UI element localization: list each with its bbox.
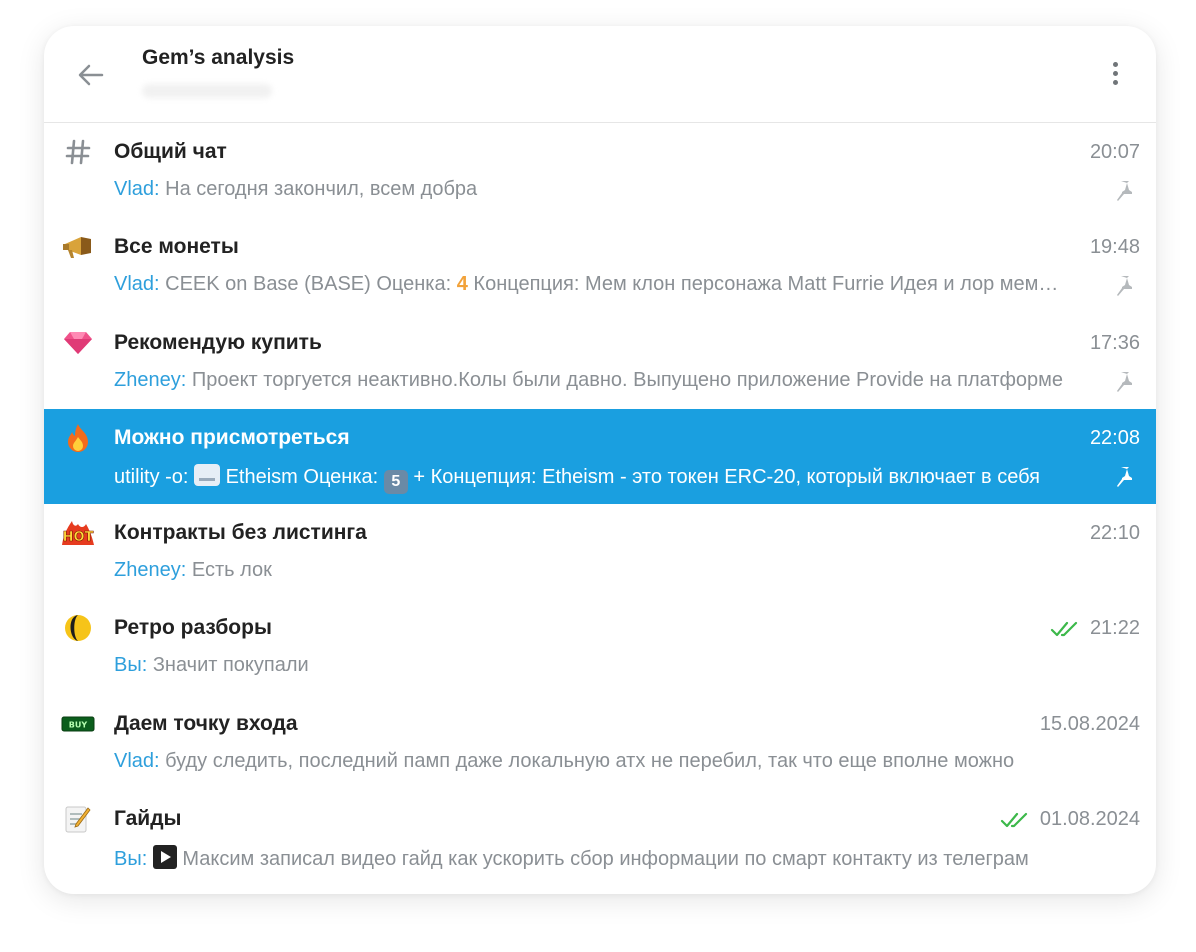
chat-time: 15.08.2024 (1040, 713, 1140, 736)
pin-icon (1117, 276, 1132, 297)
time-label: 01.08.2024 (1039, 808, 1140, 831)
chat-time: 01.08.2024 (1000, 808, 1140, 831)
subtitle-blurred (142, 84, 272, 98)
preview-text-2: Концепция: Мем клон персонажа Matt Furri… (473, 273, 1069, 296)
hash-icon (60, 137, 96, 167)
preview-text: Проект торгуется неактивно.Колы были дав… (186, 368, 1064, 391)
chat-time: 20:07 (1090, 141, 1140, 164)
chat-row-contracts[interactable]: HOT Контракты без листинга 22:10 Zheney:… (44, 504, 1156, 599)
moon-icon (60, 613, 96, 643)
time-label: 20:07 (1089, 141, 1140, 163)
chat-name: Ретро разборы (114, 616, 272, 640)
chat-preview: Vlad: буду следить, последний памп даже … (114, 750, 1069, 773)
svg-text:HOT: HOT (63, 530, 94, 545)
chat-preview: Vlad: На сегодня закончил, всем добра (114, 178, 1069, 201)
page-title: Gem’s analysis (142, 46, 295, 69)
hot-icon: HOT (60, 518, 96, 548)
chat-row-general[interactable]: Общий чат 20:07 Vlad: На сегодня закончи… (44, 123, 1156, 218)
chat-name: Все монеты (114, 235, 239, 259)
chat-time: 22:08 (1090, 427, 1140, 450)
pin-icon (1117, 181, 1132, 201)
sender: Zheney: (114, 559, 187, 582)
chat-row-guides[interactable]: Гайды 01.08.2024 Вы: Максим записал виде… (44, 790, 1156, 885)
chat-time: 22:10 (1090, 522, 1140, 545)
rating-four: 4 (456, 273, 468, 296)
preview-text: буду следить, последний памп даже локаль… (159, 749, 1015, 772)
keycap-five: 5 (383, 469, 408, 494)
preview-text-2: + Концепция: Etheism - это токен ERC-20,… (407, 465, 1040, 488)
chat-preview: Vlad: CEEK on Base (BASE) Оценка: 4 Конц… (114, 273, 1069, 296)
chat-row-recommend[interactable]: Рекомендую купить 17:36 Zheney: Проект т… (44, 314, 1156, 409)
preview-text: На сегодня закончил, всем добра (159, 178, 478, 200)
chat-preview: Вы: Максим записал видео гайд как ускори… (114, 845, 1069, 871)
time-label: 22:10 (1089, 522, 1140, 545)
time-label: 17:36 (1089, 331, 1140, 354)
gem-icon (60, 328, 96, 358)
chat-time: 17:36 (1090, 332, 1140, 355)
chat-folder-panel: Gem’s analysis Общий чат 20:07 Vlad: На … (44, 26, 1156, 894)
megaphone-icon (60, 232, 96, 262)
chat-time: 19:48 (1090, 236, 1140, 259)
fire-icon (60, 423, 96, 453)
chat-name: Гайды (114, 807, 182, 831)
double-check-icon (1050, 621, 1078, 637)
chat-preview: Вы: Значит покупали (114, 654, 1069, 677)
chat-time: 21:22 (1050, 617, 1140, 640)
chat-preview: Zheney: Есть лок (114, 559, 1069, 582)
play-video-icon (152, 845, 177, 870)
chat-row-retro[interactable]: Ретро разборы 21:22 Вы: Значит покупали (44, 599, 1156, 694)
sender: Vlad: (114, 749, 160, 772)
buy-icon: BUY (60, 709, 96, 739)
time-label: 22:08 (1089, 426, 1140, 449)
sender: Vlad: (114, 178, 160, 200)
sender: Zheney: (114, 368, 187, 391)
chat-list: Общий чат 20:07 Vlad: На сегодня закончи… (44, 123, 1156, 885)
chat-row-watch[interactable]: Можно присмотреться 22:08 utility -o: Et… (44, 408, 1156, 505)
time-label: 15.08.2024 (1039, 712, 1140, 735)
chat-name: Даем точку входа (114, 711, 298, 735)
preview-text: Есть лок (186, 559, 272, 582)
pin-icon (1117, 466, 1132, 487)
double-check-icon (1000, 812, 1027, 827)
memo-icon (60, 804, 96, 834)
preview-text: Etheism Оценка: (220, 465, 384, 488)
chat-name: Рекомендую купить (114, 330, 322, 354)
sender: Вы: (114, 654, 148, 677)
chat-preview: utility -o: Etheism Оценка: 5 + Концепци… (114, 463, 1069, 494)
preview-text: Максим записал видео гайд как ускорить с… (176, 848, 1029, 871)
chat-name: Можно присмотреться (114, 425, 350, 449)
sender: utility -o: (114, 465, 189, 488)
chat-row-entry[interactable]: BUY Даем точку входа 15.08.2024 Vlad: бу… (44, 695, 1156, 790)
sender: Vlad: (114, 273, 160, 296)
pin-icon (1117, 371, 1132, 392)
header: Gem’s analysis (44, 26, 1156, 123)
svg-text:BUY: BUY (69, 720, 88, 729)
time-label: 19:48 (1089, 236, 1140, 259)
more-menu-icon[interactable] (1104, 58, 1126, 92)
chat-name: Общий чат (114, 140, 227, 163)
sender: Вы: (114, 848, 148, 871)
document-emoji-icon (194, 463, 221, 486)
chat-name: Контракты без листинга (114, 521, 367, 545)
time-label: 21:22 (1089, 617, 1140, 640)
preview-text: CEEK on Base (BASE) Оценка: (159, 273, 457, 296)
preview-text: Значит покупали (147, 654, 309, 677)
chat-row-all-coins[interactable]: Все монеты 19:48 Vlad: CEEK on Base (BAS… (44, 218, 1156, 313)
chat-preview: Zheney: Проект торгуется неактивно.Колы … (114, 369, 1069, 392)
back-arrow-icon[interactable] (74, 58, 108, 92)
